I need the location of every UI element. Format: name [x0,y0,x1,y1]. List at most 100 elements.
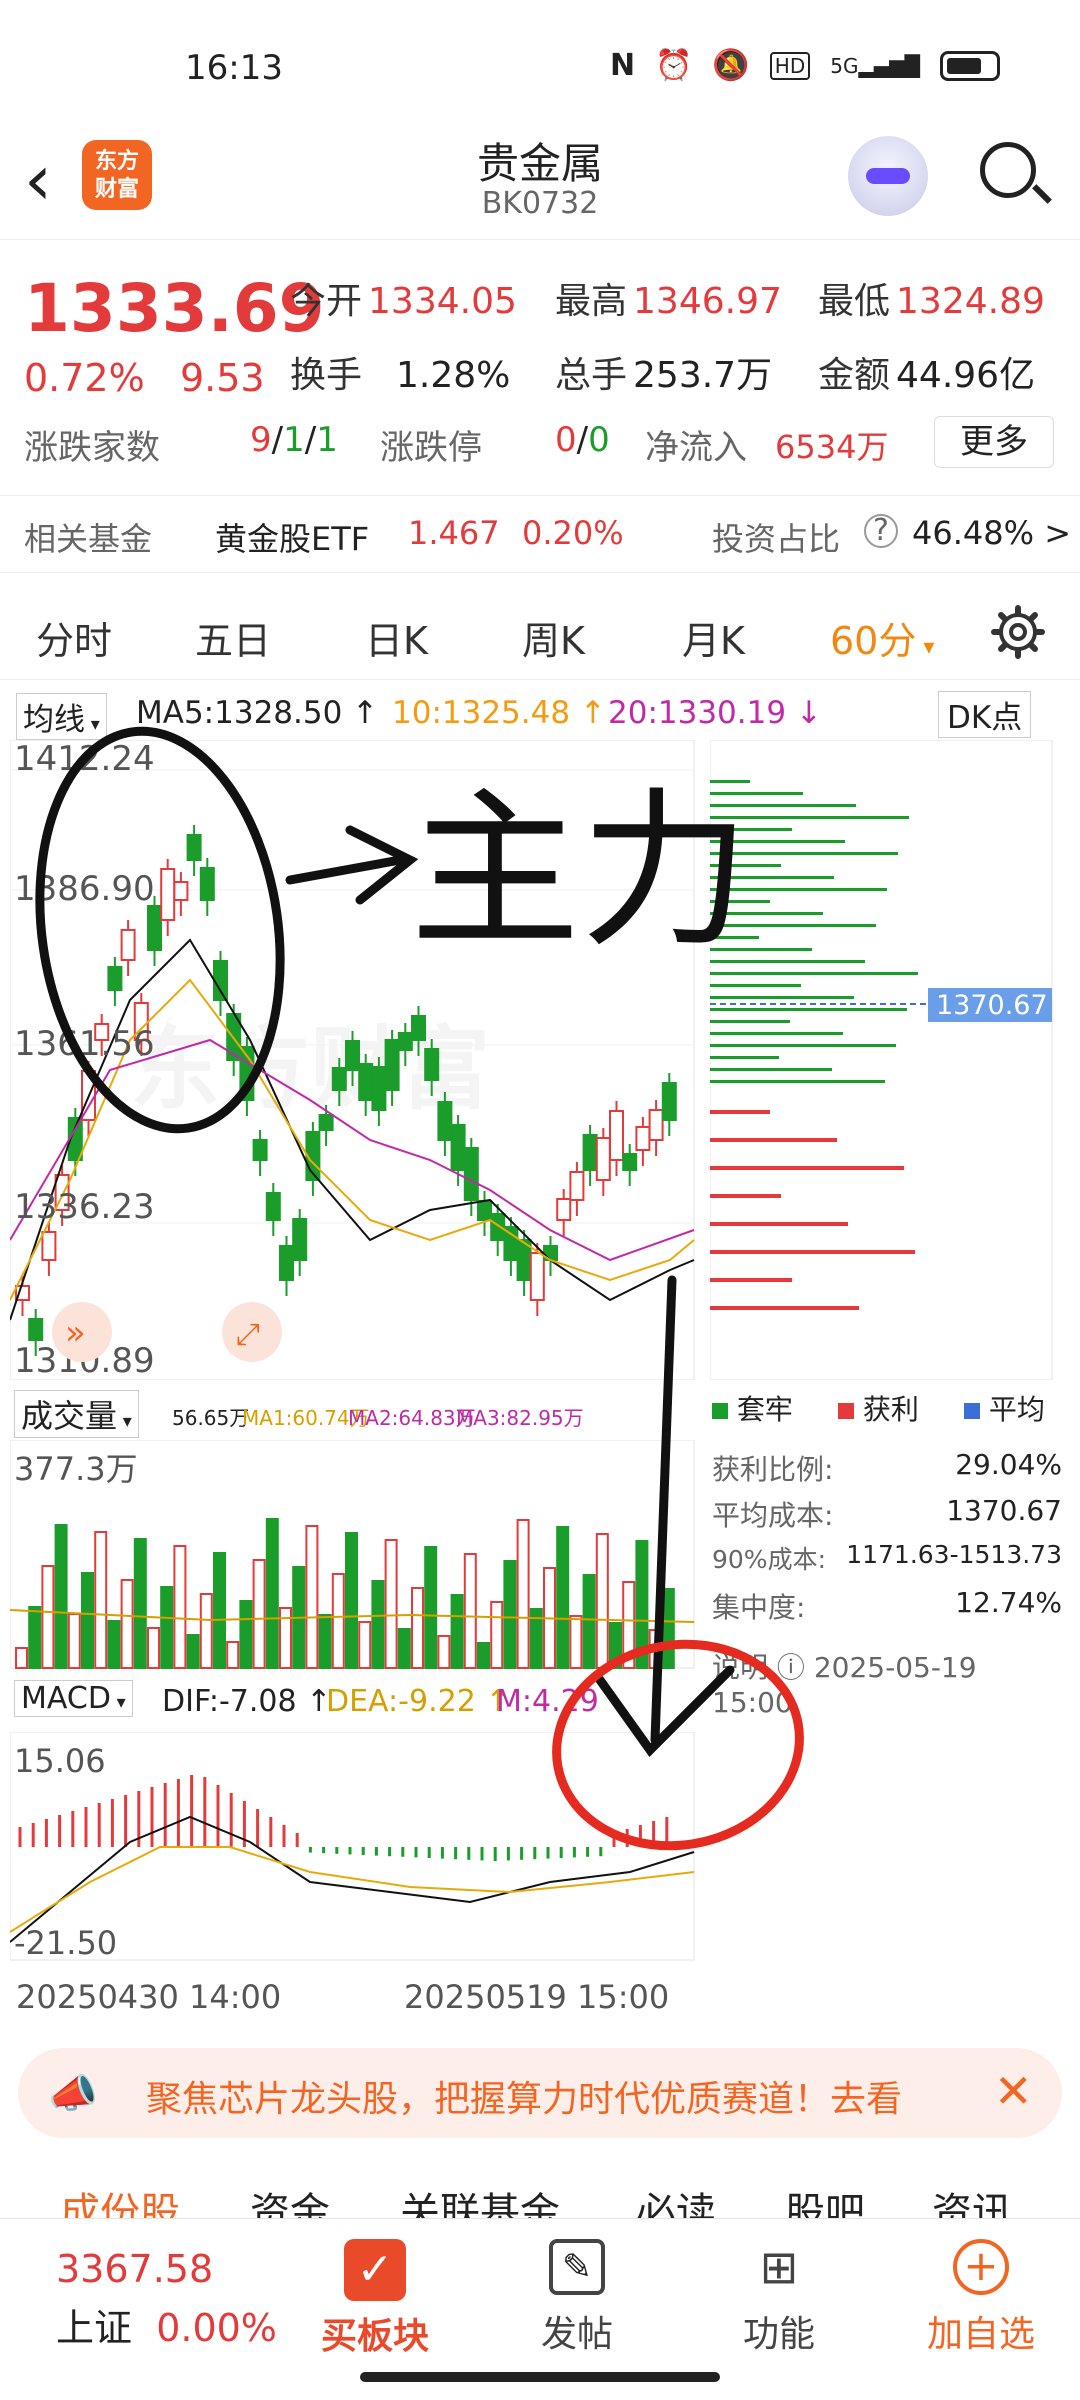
limit-up: 0 [555,420,577,460]
dk-point-button[interactable]: DK点 [938,691,1032,738]
candle-body [384,1039,400,1091]
ma-selector[interactable]: 均线 ▾ [16,693,107,740]
volume-bar [120,1579,134,1669]
legend-trapped-label: 套牢 [736,1393,793,1426]
volume-bar [463,1553,477,1669]
volume-bar [173,1545,187,1669]
candle-body [318,1114,334,1131]
volume-bar [358,1621,372,1669]
tab-timeshare[interactable]: 分时 [36,610,112,665]
volume-bar [609,1622,622,1669]
note-row[interactable]: 说明 ⓘ 2025-05-19 15:00 [712,1646,1062,1719]
low-field: 最低 1324.89 [818,272,1045,324]
candle-body [120,929,136,961]
index-value: 3367.58 [56,2247,214,2291]
concentration-value: 12.74% [955,1586,1062,1619]
index-pct: 0.00% [156,2306,277,2350]
fund-label: 相关基金 [24,520,153,558]
profit-ratio-label: 获利比例: [712,1453,834,1486]
tab-capital[interactable]: 资金 [250,2180,330,2220]
functions-label: 功能 [742,2314,815,2355]
candle-body [107,966,123,991]
hd-icon: HD [769,51,811,80]
chip-bar-trapped [710,984,801,987]
volume-selector[interactable]: 成交量 ▾ [14,1390,139,1438]
chip-info: 套牢 获利 平均 获利比例: 29.04% 平均成本: 1370.67 90%成… [712,1388,1062,1719]
double-chevron-icon[interactable]: » [52,1302,112,1362]
buy-label: 买板块 [320,2316,429,2357]
megaphone-icon: 📣 [48,2071,98,2117]
tab-news[interactable]: 资讯 [932,2180,1012,2220]
post-label: 发帖 [540,2314,613,2355]
volume-label: 总手 [555,355,628,396]
macd-dif: DIF:-7.08 ↑ [162,1684,332,1719]
volume-value: 253.7万 [633,355,773,396]
post-button[interactable]: ✎ 发帖 [502,2239,652,2357]
candle-body [371,1066,387,1111]
price-axis-3: 1361.56 [14,1024,155,1064]
chip-bar-profit [710,1306,859,1310]
tab-related-funds[interactable]: 关联基金 [400,2180,560,2220]
tab-must-read[interactable]: 必读 [636,2180,716,2220]
ma10-text: 10:1325.48 [392,695,571,731]
ratio-value: 46.48% > [912,514,1071,552]
ma-selector-label: 均线 [23,702,85,738]
help-icon[interactable]: ? [864,514,898,548]
index-name: 上证 [56,2306,133,2350]
macd-chart[interactable]: 15.06 -21.50 [10,1732,696,1962]
index-ticker[interactable]: 3367.58 上证 0.00% [56,2247,277,2352]
volume-selector-label: 成交量 [21,1397,118,1435]
settings-gear-icon[interactable] [990,604,1046,660]
tab-forum[interactable]: 股吧 [785,2180,865,2220]
chip-bar-trapped [710,816,909,819]
legend-profit: 获利 [838,1388,919,1428]
tab-five-day[interactable]: 五日 [195,610,271,665]
candle-body [279,1245,294,1281]
assistant-avatar-icon[interactable] [848,136,928,216]
buy-icon: ✓ [344,2239,406,2301]
volume-bar [28,1606,42,1669]
period-tabs: 分时 五日 日K 周K 月K 60分 ▾ [0,590,1080,680]
open-field: 今开 1334.05 [290,272,517,324]
volume-bar [648,1629,662,1669]
more-button[interactable]: 更多 [934,416,1054,468]
home-indicator [360,2372,720,2382]
buy-sector-button[interactable]: ✓ 买板块 [300,2239,450,2359]
tab-day-k[interactable]: 日K [365,610,428,665]
kline-chart[interactable]: 东方财富 1412.24 1386.90 1361.56 1336.23 131… [10,740,696,1380]
tab-month-k[interactable]: 月K [682,610,745,665]
price-axis-2: 1386.90 [14,869,155,909]
chip-bar-profit [710,1110,770,1114]
netflow-value: 6534万 [775,428,889,466]
promo-banner[interactable]: 📣 聚焦芯片龙头股，把握算力时代优质赛道！去看 ✕ [18,2048,1062,2138]
tab-week-k[interactable]: 周K [522,610,585,665]
volume-bar [569,1615,583,1669]
search-icon[interactable] [980,142,1036,198]
close-icon[interactable]: ✕ [994,2064,1033,2118]
high-label: 最高 [555,281,628,322]
volume-chart[interactable]: 377.3万 [10,1440,696,1670]
volume-bar [94,1531,108,1669]
avg-cost-label: 平均成本: [712,1499,834,1532]
time-axis-start: 20250430 14:00 [16,1978,282,2016]
tab-60min[interactable]: 60分 ▾ [830,610,934,665]
high-value: 1346.97 [633,281,782,322]
volume-bar [503,1560,517,1669]
chip-bar-trapped [710,936,759,939]
candle-body [252,1139,268,1161]
chip-bar-profit [710,1166,904,1170]
ma20-text: 20:1330.19 [608,695,787,731]
chip-bar-trapped [710,900,770,903]
tab-constituents[interactable]: 成份股 [60,2180,180,2220]
related-fund-row[interactable]: 相关基金 黄金股ETF 1.467 0.20% 投资占比 ? 46.48% > [0,495,1080,573]
candle-body [173,881,189,901]
macd-selector[interactable]: MACD ▾ [14,1680,133,1717]
add-watchlist-button[interactable]: + 加自选 [906,2239,1056,2357]
functions-button[interactable]: ⊞ 功能 [704,2239,854,2357]
chip-bar-profit [710,1278,792,1282]
macd-axis-bottom: -21.50 [14,1924,117,1962]
fullscreen-icon[interactable]: ⤢ [222,1302,282,1362]
chip-bar-trapped [710,864,781,867]
chip-distribution[interactable]: 1370.67 [710,740,1054,1380]
last-price: 1333.69 [24,270,325,347]
